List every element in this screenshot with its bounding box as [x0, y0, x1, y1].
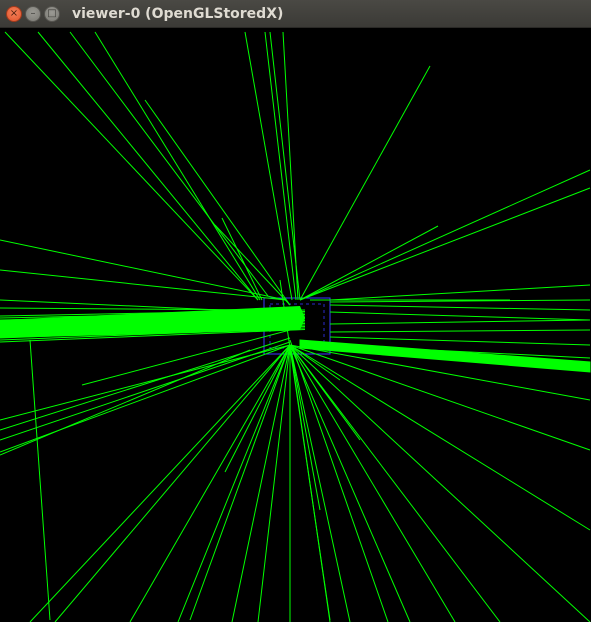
window-title: viewer-0 (OpenGLStoredX) — [72, 6, 284, 22]
maximize-button[interactable]: □ — [44, 6, 60, 22]
minimize-button[interactable]: – — [25, 6, 41, 22]
minimize-icon: – — [30, 8, 36, 19]
close-icon: × — [9, 8, 19, 19]
window-titlebar[interactable]: × – □ viewer-0 (OpenGLStoredX) — [0, 0, 591, 28]
opengl-viewport[interactable] — [0, 28, 591, 622]
maximize-icon: □ — [47, 8, 57, 19]
close-button[interactable]: × — [6, 6, 22, 22]
trajectory-scene — [0, 28, 591, 622]
